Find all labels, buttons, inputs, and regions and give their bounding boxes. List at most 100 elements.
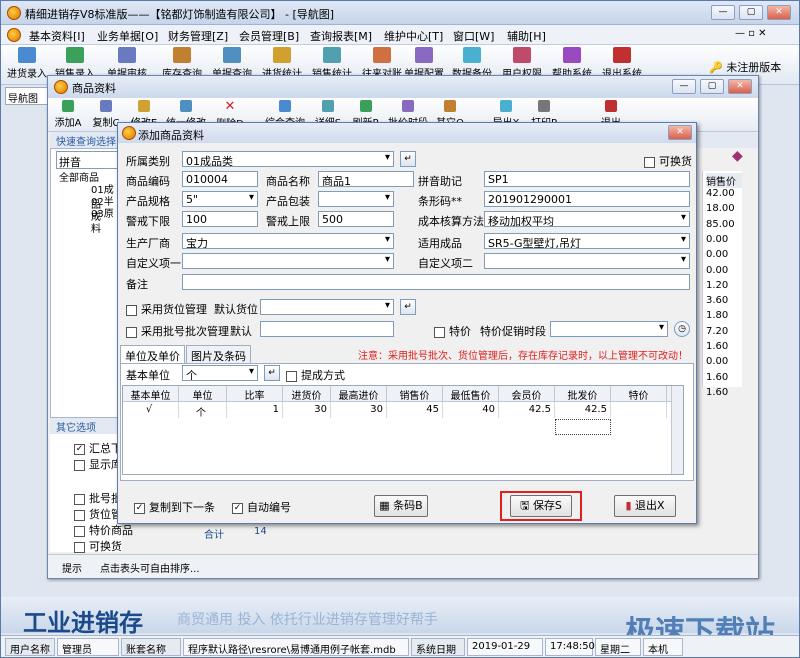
checkbox-summary[interactable]: ✓ bbox=[74, 443, 85, 455]
mnemonic-input[interactable]: SP1 bbox=[484, 171, 690, 187]
sales-price-value[interactable]: 18.00 bbox=[706, 203, 735, 214]
name-input[interactable]: 商品1 bbox=[318, 171, 414, 187]
barcode-input[interactable]: 201901290001 bbox=[484, 191, 690, 207]
option-special[interactable]: 特价商品 bbox=[74, 522, 133, 538]
sales-price-value[interactable]: 0.00 bbox=[706, 249, 728, 260]
option-batch[interactable]: 批号批 bbox=[74, 490, 122, 506]
custom1-select[interactable] bbox=[182, 253, 394, 269]
col-base-unit[interactable]: 基本单位 bbox=[123, 386, 179, 402]
barcode-button[interactable]: ▦ 条码B bbox=[374, 495, 428, 517]
promote-option[interactable]: 提成方式 bbox=[286, 367, 345, 383]
option-location[interactable]: 货位管 bbox=[74, 506, 122, 522]
maker-select[interactable]: 宝力 bbox=[182, 233, 394, 249]
auto-number-option[interactable]: ✓ 自动编号 bbox=[232, 499, 291, 515]
checkbox-exchangeable[interactable] bbox=[644, 156, 655, 168]
default-batch-input[interactable] bbox=[260, 321, 394, 337]
col-member-price[interactable]: 会员价 bbox=[499, 386, 555, 402]
add-button[interactable]: 添加A bbox=[52, 100, 84, 134]
pw-maximize-button[interactable]: ▢ bbox=[700, 79, 724, 94]
cell-base-unit[interactable]: √ bbox=[123, 402, 179, 418]
checkbox-location-mgmt[interactable] bbox=[126, 304, 137, 316]
checkbox-auto-number[interactable]: ✓ bbox=[232, 502, 243, 514]
option-exchange[interactable]: 可换货 bbox=[74, 538, 122, 554]
remark-input[interactable] bbox=[182, 274, 690, 290]
checkbox-show-stock[interactable] bbox=[74, 459, 85, 471]
grid-scrollbar[interactable] bbox=[671, 386, 683, 474]
checkbox-batch-mgmt[interactable] bbox=[126, 326, 137, 338]
batch-mgmt-option[interactable]: 采用批号批次管理 bbox=[126, 323, 229, 339]
cell-sales-price[interactable]: 45 bbox=[387, 402, 443, 418]
cell-member-price[interactable]: 42.5 bbox=[499, 402, 555, 418]
sales-price-value[interactable]: 42.00 bbox=[706, 188, 735, 199]
col-min-sales[interactable]: 最低售价 bbox=[443, 386, 499, 402]
sales-price-value[interactable]: 7.20 bbox=[706, 326, 728, 337]
menu-finance[interactable]: 财务管理[Z] bbox=[168, 28, 228, 44]
col-ratio[interactable]: 比率 bbox=[227, 386, 283, 402]
applicable-select[interactable]: SR5-G型壁灯,吊灯 bbox=[484, 233, 690, 249]
checkbox-batch[interactable] bbox=[74, 493, 85, 505]
special-option[interactable]: 特价 bbox=[434, 323, 471, 339]
code-input[interactable]: 010004 bbox=[182, 171, 258, 187]
menu-basic[interactable]: 基本资料[I] bbox=[29, 28, 85, 44]
sales-price-value[interactable]: 1.60 bbox=[706, 341, 728, 352]
cell-max-purchase[interactable]: 30 bbox=[331, 402, 387, 418]
cell-ratio[interactable]: 1 bbox=[227, 402, 283, 418]
base-unit-select[interactable]: 个 bbox=[182, 365, 258, 381]
save-button[interactable]: 🖫 保存S bbox=[510, 495, 572, 517]
cost-method-select[interactable]: 移动加权平均 bbox=[484, 211, 690, 227]
tab-navigation[interactable]: 导航图 bbox=[5, 87, 49, 105]
unit-picker-button[interactable]: ↵ bbox=[264, 365, 280, 381]
category-select[interactable]: 01成品类 bbox=[182, 151, 394, 167]
col-sales-price[interactable]: 销售价 bbox=[387, 386, 443, 402]
tab-images[interactable]: 图片及条码 bbox=[186, 345, 251, 363]
sales-price-value[interactable]: 1.20 bbox=[706, 280, 728, 291]
book-icon[interactable]: ◆ bbox=[732, 148, 743, 164]
close-button[interactable]: ✕ bbox=[767, 5, 791, 20]
mdi-window-controls[interactable]: — ▫ ✕ bbox=[735, 28, 767, 39]
sales-price-value[interactable]: 0.00 bbox=[706, 234, 728, 245]
menu-business[interactable]: 业务单据[O] bbox=[97, 28, 158, 44]
sales-price-header[interactable]: 销售价 bbox=[706, 173, 742, 188]
sales-price-value[interactable]: 0.00 bbox=[706, 356, 728, 367]
col-unit[interactable]: 单位 bbox=[179, 386, 227, 402]
cell-purchase-price[interactable]: 30 bbox=[283, 402, 331, 418]
spec-select[interactable]: 5" bbox=[182, 191, 258, 207]
checkbox-promote[interactable] bbox=[286, 370, 297, 382]
toolbar-purchase-entry[interactable]: 进货录入 bbox=[5, 47, 49, 81]
cell-special[interactable] bbox=[611, 402, 667, 418]
custom2-select[interactable] bbox=[484, 253, 690, 269]
sales-price-value[interactable]: 3.60 bbox=[706, 295, 728, 306]
dialog-close-button[interactable]: ✕ bbox=[668, 125, 692, 140]
cell-unit[interactable]: 个 bbox=[179, 402, 227, 419]
checkbox-location[interactable] bbox=[74, 509, 85, 521]
menu-reports[interactable]: 查询报表[M] bbox=[310, 28, 372, 44]
sales-price-value[interactable]: 1.80 bbox=[706, 310, 728, 321]
checkbox-special-price[interactable] bbox=[434, 326, 445, 338]
col-purchase-price[interactable]: 进货价 bbox=[283, 386, 331, 402]
sales-price-value[interactable]: 1.60 bbox=[706, 387, 728, 398]
menu-member[interactable]: 会员管理[B] bbox=[239, 28, 299, 44]
location-picker-button[interactable]: ↵ bbox=[400, 299, 416, 315]
sales-price-value[interactable]: 0.00 bbox=[706, 265, 728, 276]
default-location-select[interactable] bbox=[260, 299, 394, 315]
checkbox-special[interactable] bbox=[74, 525, 85, 537]
cell-wholesale[interactable]: 42.5 bbox=[555, 402, 611, 418]
pinyin-select[interactable]: 拼音 bbox=[56, 151, 120, 169]
special-period-select[interactable] bbox=[550, 321, 668, 337]
col-wholesale[interactable]: 批发价 bbox=[555, 386, 611, 402]
menu-maintenance[interactable]: 维护中心[T] bbox=[384, 28, 443, 44]
category-picker-button[interactable]: ↵ bbox=[400, 151, 416, 167]
copy-next-option[interactable]: ✓ 复制到下一条 bbox=[134, 499, 215, 515]
minimize-button[interactable]: — bbox=[711, 5, 735, 20]
option-show-stock[interactable]: 显示库 bbox=[74, 456, 122, 472]
menu-help[interactable]: 辅助[H] bbox=[507, 28, 546, 44]
maximize-button[interactable]: ▢ bbox=[739, 5, 763, 20]
pw-close-button[interactable]: ✕ bbox=[728, 79, 752, 94]
low-limit-input[interactable]: 100 bbox=[182, 211, 258, 227]
sales-price-value[interactable]: 85.00 bbox=[706, 219, 735, 230]
location-mgmt-option[interactable]: 采用货位管理 bbox=[126, 301, 207, 317]
pw-minimize-button[interactable]: — bbox=[672, 79, 696, 94]
menu-window[interactable]: 窗口[W] bbox=[453, 28, 494, 44]
checkbox-copy-next[interactable]: ✓ bbox=[134, 502, 145, 514]
cell-min-sales[interactable]: 40 bbox=[443, 402, 499, 418]
